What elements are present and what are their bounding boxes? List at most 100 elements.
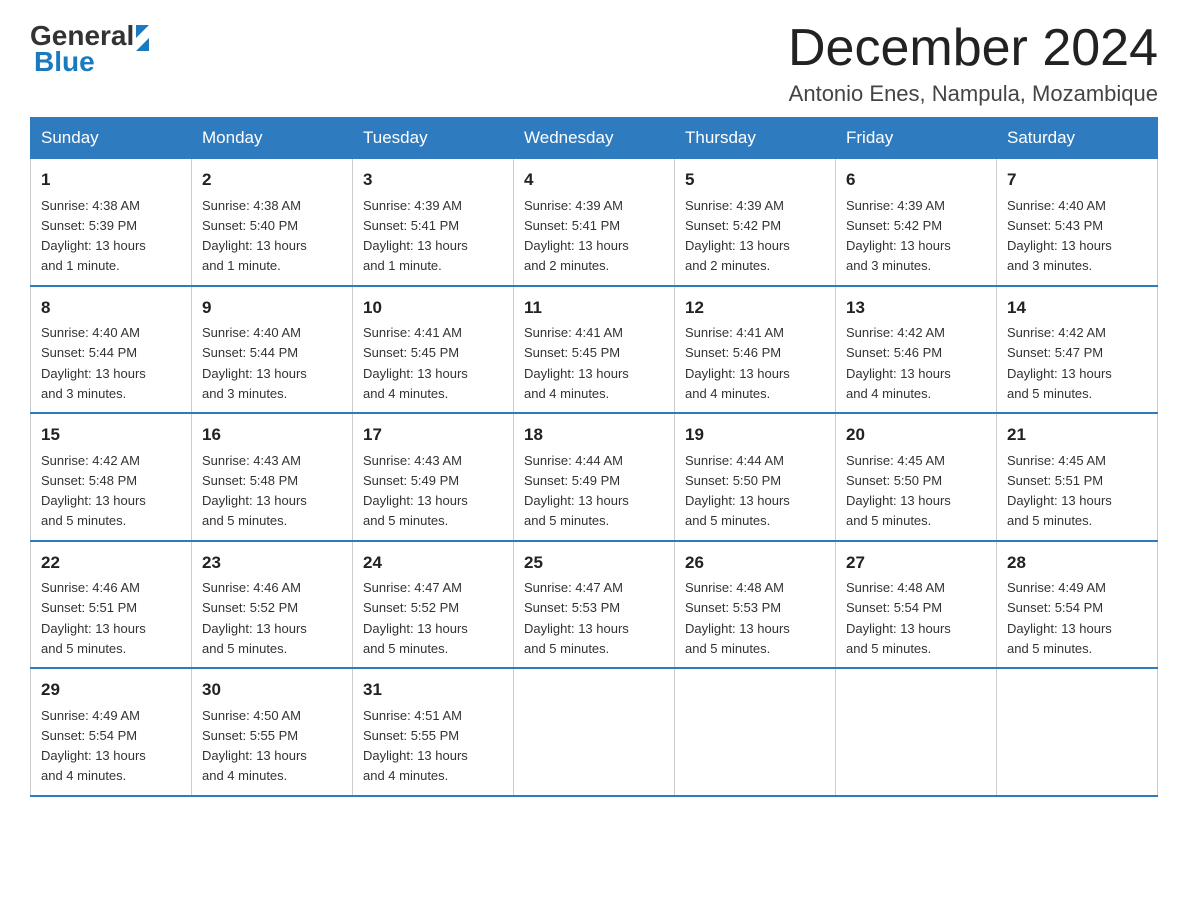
table-row: 23 Sunrise: 4:46 AMSunset: 5:52 PMDaylig… <box>192 541 353 669</box>
day-info: Sunrise: 4:48 AMSunset: 5:53 PMDaylight:… <box>685 580 790 656</box>
day-info: Sunrise: 4:43 AMSunset: 5:48 PMDaylight:… <box>202 453 307 529</box>
table-row: 8 Sunrise: 4:40 AMSunset: 5:44 PMDayligh… <box>31 286 192 414</box>
calendar-week-row: 8 Sunrise: 4:40 AMSunset: 5:44 PMDayligh… <box>31 286 1158 414</box>
day-number: 18 <box>524 422 664 448</box>
calendar-week-row: 29 Sunrise: 4:49 AMSunset: 5:54 PMDaylig… <box>31 668 1158 796</box>
table-row: 20 Sunrise: 4:45 AMSunset: 5:50 PMDaylig… <box>836 413 997 541</box>
day-info: Sunrise: 4:39 AMSunset: 5:42 PMDaylight:… <box>846 198 951 274</box>
table-row: 15 Sunrise: 4:42 AMSunset: 5:48 PMDaylig… <box>31 413 192 541</box>
table-row: 25 Sunrise: 4:47 AMSunset: 5:53 PMDaylig… <box>514 541 675 669</box>
day-number: 4 <box>524 167 664 193</box>
day-number: 2 <box>202 167 342 193</box>
table-row: 14 Sunrise: 4:42 AMSunset: 5:47 PMDaylig… <box>997 286 1158 414</box>
table-row: 10 Sunrise: 4:41 AMSunset: 5:45 PMDaylig… <box>353 286 514 414</box>
day-info: Sunrise: 4:51 AMSunset: 5:55 PMDaylight:… <box>363 708 468 784</box>
table-row: 9 Sunrise: 4:40 AMSunset: 5:44 PMDayligh… <box>192 286 353 414</box>
table-row <box>836 668 997 796</box>
day-number: 27 <box>846 550 986 576</box>
header-monday: Monday <box>192 118 353 159</box>
table-row: 1 Sunrise: 4:38 AMSunset: 5:39 PMDayligh… <box>31 159 192 286</box>
day-info: Sunrise: 4:38 AMSunset: 5:39 PMDaylight:… <box>41 198 146 274</box>
table-row: 4 Sunrise: 4:39 AMSunset: 5:41 PMDayligh… <box>514 159 675 286</box>
day-number: 31 <box>363 677 503 703</box>
day-number: 14 <box>1007 295 1147 321</box>
header-wednesday: Wednesday <box>514 118 675 159</box>
day-info: Sunrise: 4:40 AMSunset: 5:44 PMDaylight:… <box>41 325 146 401</box>
table-row: 26 Sunrise: 4:48 AMSunset: 5:53 PMDaylig… <box>675 541 836 669</box>
title-block: December 2024 Antonio Enes, Nampula, Moz… <box>788 20 1158 107</box>
day-number: 8 <box>41 295 181 321</box>
day-number: 23 <box>202 550 342 576</box>
day-info: Sunrise: 4:45 AMSunset: 5:50 PMDaylight:… <box>846 453 951 529</box>
day-number: 7 <box>1007 167 1147 193</box>
calendar-title: December 2024 <box>788 20 1158 77</box>
day-info: Sunrise: 4:39 AMSunset: 5:41 PMDaylight:… <box>363 198 468 274</box>
table-row: 13 Sunrise: 4:42 AMSunset: 5:46 PMDaylig… <box>836 286 997 414</box>
table-row: 18 Sunrise: 4:44 AMSunset: 5:49 PMDaylig… <box>514 413 675 541</box>
day-number: 16 <box>202 422 342 448</box>
header-saturday: Saturday <box>997 118 1158 159</box>
day-info: Sunrise: 4:42 AMSunset: 5:46 PMDaylight:… <box>846 325 951 401</box>
table-row <box>675 668 836 796</box>
table-row: 6 Sunrise: 4:39 AMSunset: 5:42 PMDayligh… <box>836 159 997 286</box>
day-info: Sunrise: 4:44 AMSunset: 5:49 PMDaylight:… <box>524 453 629 529</box>
table-row: 27 Sunrise: 4:48 AMSunset: 5:54 PMDaylig… <box>836 541 997 669</box>
day-info: Sunrise: 4:44 AMSunset: 5:50 PMDaylight:… <box>685 453 790 529</box>
day-number: 13 <box>846 295 986 321</box>
table-row: 29 Sunrise: 4:49 AMSunset: 5:54 PMDaylig… <box>31 668 192 796</box>
day-number: 1 <box>41 167 181 193</box>
day-info: Sunrise: 4:39 AMSunset: 5:41 PMDaylight:… <box>524 198 629 274</box>
table-row: 21 Sunrise: 4:45 AMSunset: 5:51 PMDaylig… <box>997 413 1158 541</box>
calendar-header-row: Sunday Monday Tuesday Wednesday Thursday… <box>31 118 1158 159</box>
calendar-table: Sunday Monday Tuesday Wednesday Thursday… <box>30 117 1158 797</box>
table-row: 19 Sunrise: 4:44 AMSunset: 5:50 PMDaylig… <box>675 413 836 541</box>
day-number: 26 <box>685 550 825 576</box>
day-info: Sunrise: 4:46 AMSunset: 5:52 PMDaylight:… <box>202 580 307 656</box>
day-info: Sunrise: 4:39 AMSunset: 5:42 PMDaylight:… <box>685 198 790 274</box>
day-info: Sunrise: 4:41 AMSunset: 5:46 PMDaylight:… <box>685 325 790 401</box>
day-number: 12 <box>685 295 825 321</box>
table-row: 16 Sunrise: 4:43 AMSunset: 5:48 PMDaylig… <box>192 413 353 541</box>
day-info: Sunrise: 4:47 AMSunset: 5:52 PMDaylight:… <box>363 580 468 656</box>
day-number: 3 <box>363 167 503 193</box>
table-row: 11 Sunrise: 4:41 AMSunset: 5:45 PMDaylig… <box>514 286 675 414</box>
calendar-week-row: 15 Sunrise: 4:42 AMSunset: 5:48 PMDaylig… <box>31 413 1158 541</box>
page-header: General Blue December 2024 Antonio Enes,… <box>30 20 1158 107</box>
day-info: Sunrise: 4:43 AMSunset: 5:49 PMDaylight:… <box>363 453 468 529</box>
table-row: 7 Sunrise: 4:40 AMSunset: 5:43 PMDayligh… <box>997 159 1158 286</box>
header-thursday: Thursday <box>675 118 836 159</box>
logo: General Blue <box>30 20 149 78</box>
day-number: 17 <box>363 422 503 448</box>
table-row: 5 Sunrise: 4:39 AMSunset: 5:42 PMDayligh… <box>675 159 836 286</box>
day-info: Sunrise: 4:49 AMSunset: 5:54 PMDaylight:… <box>41 708 146 784</box>
day-number: 25 <box>524 550 664 576</box>
day-number: 22 <box>41 550 181 576</box>
table-row: 28 Sunrise: 4:49 AMSunset: 5:54 PMDaylig… <box>997 541 1158 669</box>
table-row: 17 Sunrise: 4:43 AMSunset: 5:49 PMDaylig… <box>353 413 514 541</box>
calendar-week-row: 22 Sunrise: 4:46 AMSunset: 5:51 PMDaylig… <box>31 541 1158 669</box>
day-info: Sunrise: 4:41 AMSunset: 5:45 PMDaylight:… <box>363 325 468 401</box>
day-info: Sunrise: 4:49 AMSunset: 5:54 PMDaylight:… <box>1007 580 1112 656</box>
day-info: Sunrise: 4:47 AMSunset: 5:53 PMDaylight:… <box>524 580 629 656</box>
header-tuesday: Tuesday <box>353 118 514 159</box>
table-row: 30 Sunrise: 4:50 AMSunset: 5:55 PMDaylig… <box>192 668 353 796</box>
day-number: 5 <box>685 167 825 193</box>
day-info: Sunrise: 4:46 AMSunset: 5:51 PMDaylight:… <box>41 580 146 656</box>
day-number: 10 <box>363 295 503 321</box>
day-info: Sunrise: 4:42 AMSunset: 5:47 PMDaylight:… <box>1007 325 1112 401</box>
day-number: 11 <box>524 295 664 321</box>
table-row: 2 Sunrise: 4:38 AMSunset: 5:40 PMDayligh… <box>192 159 353 286</box>
day-info: Sunrise: 4:40 AMSunset: 5:44 PMDaylight:… <box>202 325 307 401</box>
table-row: 31 Sunrise: 4:51 AMSunset: 5:55 PMDaylig… <box>353 668 514 796</box>
day-number: 19 <box>685 422 825 448</box>
logo-blue: Blue <box>34 46 95 78</box>
day-info: Sunrise: 4:42 AMSunset: 5:48 PMDaylight:… <box>41 453 146 529</box>
header-friday: Friday <box>836 118 997 159</box>
table-row: 12 Sunrise: 4:41 AMSunset: 5:46 PMDaylig… <box>675 286 836 414</box>
header-sunday: Sunday <box>31 118 192 159</box>
day-number: 20 <box>846 422 986 448</box>
day-number: 9 <box>202 295 342 321</box>
day-number: 15 <box>41 422 181 448</box>
day-number: 29 <box>41 677 181 703</box>
table-row <box>514 668 675 796</box>
